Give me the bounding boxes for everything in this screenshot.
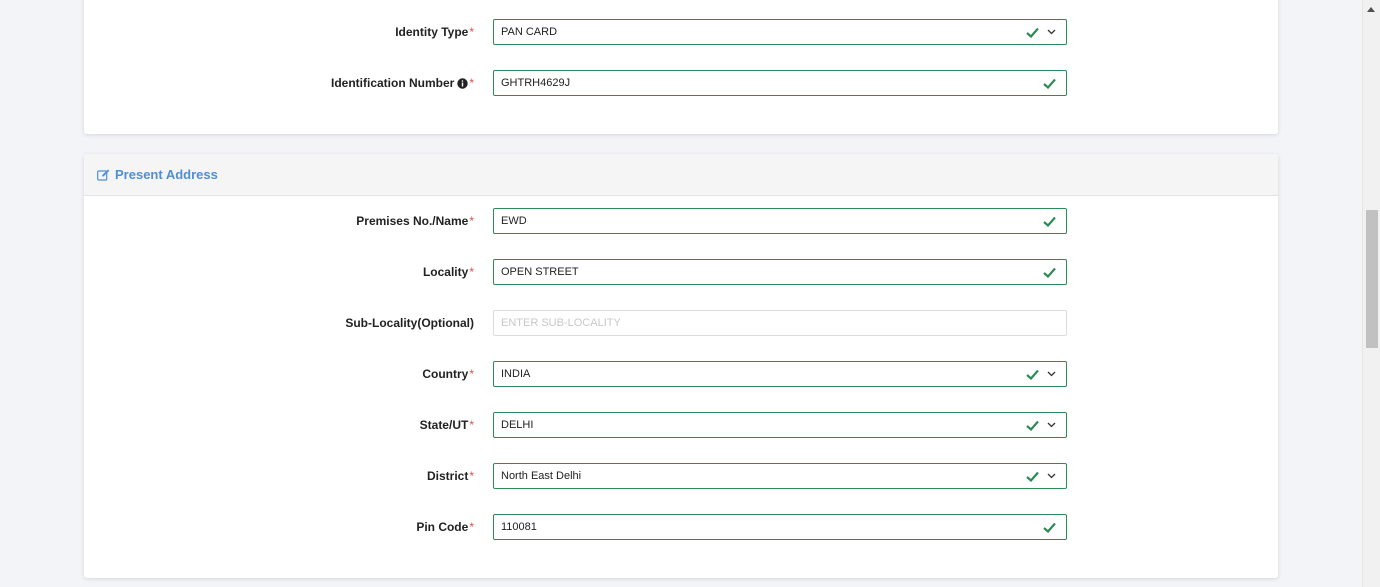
- sub-locality-row: Sub-Locality(Optional): [84, 310, 1278, 336]
- identity-type-select[interactable]: PAN CARD: [493, 19, 1067, 45]
- state-select[interactable]: DELHI: [493, 412, 1067, 438]
- check-icon: [1026, 471, 1039, 482]
- required-marker: *: [469, 469, 474, 483]
- state-label: State/UT: [419, 418, 469, 432]
- scroll-up-arrow-icon[interactable]: [1367, 7, 1375, 12]
- identification-number-label: Identification Number: [330, 76, 455, 90]
- sub-locality-label: Sub-Locality(Optional): [345, 316, 474, 330]
- chevron-down-icon[interactable]: [1047, 422, 1056, 428]
- check-icon: [1043, 522, 1056, 533]
- identity-type-value: PAN CARD: [501, 26, 558, 38]
- pincode-label: Pin Code: [416, 520, 469, 534]
- locality-value: OPEN STREET: [501, 266, 579, 278]
- pincode-input[interactable]: 110081: [493, 514, 1067, 540]
- country-value: INDIA: [501, 368, 531, 380]
- check-icon: [1026, 27, 1039, 38]
- edit-icon: [97, 169, 110, 181]
- pincode-row: Pin Code * 110081: [84, 514, 1278, 540]
- required-marker: *: [469, 76, 474, 90]
- locality-label: Locality: [422, 265, 469, 279]
- country-label: Country: [422, 367, 469, 381]
- required-marker: *: [469, 265, 474, 279]
- country-select[interactable]: INDIA: [493, 361, 1067, 387]
- premises-input[interactable]: EWD: [493, 208, 1067, 234]
- info-circle-icon[interactable]: [457, 77, 469, 89]
- state-row: State/UT * DELHI: [84, 412, 1278, 438]
- present-address-header: Present Address: [84, 154, 1278, 196]
- sub-locality-field[interactable]: [493, 310, 1067, 336]
- locality-input[interactable]: OPEN STREET: [493, 259, 1067, 285]
- district-row: District * North East Delhi: [84, 463, 1278, 489]
- identity-card: Identity Type * PAN CARD Identification N…: [84, 0, 1278, 134]
- required-marker: *: [469, 25, 474, 39]
- country-row: Country * INDIA: [84, 361, 1278, 387]
- required-marker: *: [469, 214, 474, 228]
- check-icon: [1026, 369, 1039, 380]
- vertical-scrollbar[interactable]: [1362, 0, 1380, 587]
- identity-type-row: Identity Type * PAN CARD: [84, 19, 1278, 45]
- scrollbar-thumb[interactable]: [1366, 210, 1378, 348]
- state-value: DELHI: [501, 419, 534, 431]
- premises-label: Premises No./Name: [356, 214, 469, 228]
- identification-number-row: Identification Number * GHTRH4629J: [84, 70, 1278, 96]
- present-address-title: Present Address: [115, 167, 218, 182]
- required-marker: *: [469, 418, 474, 432]
- pincode-value: 110081: [501, 521, 537, 533]
- district-select[interactable]: North East Delhi: [493, 463, 1067, 489]
- chevron-down-icon[interactable]: [1047, 29, 1056, 35]
- required-marker: *: [469, 367, 474, 381]
- identification-number-value: GHTRH4629J: [501, 77, 571, 89]
- premises-row: Premises No./Name * EWD: [84, 208, 1278, 234]
- chevron-down-icon[interactable]: [1047, 473, 1056, 479]
- check-icon: [1043, 216, 1056, 227]
- check-icon: [1043, 267, 1056, 278]
- district-label: District: [426, 469, 469, 483]
- identification-number-input[interactable]: GHTRH4629J: [493, 70, 1067, 96]
- locality-row: Locality * OPEN STREET: [84, 259, 1278, 285]
- check-icon: [1026, 420, 1039, 431]
- identity-type-label: Identity Type: [395, 25, 469, 39]
- check-icon: [1043, 78, 1056, 89]
- page: Identity Type * PAN CARD Identification N…: [0, 0, 1362, 587]
- required-marker: *: [469, 520, 474, 534]
- present-address-card: Present Address Premises No./Name * EWD L…: [84, 154, 1278, 578]
- chevron-down-icon[interactable]: [1047, 371, 1056, 377]
- premises-value: EWD: [501, 215, 527, 227]
- sub-locality-input[interactable]: [501, 317, 1066, 329]
- district-value: North East Delhi: [501, 470, 582, 482]
